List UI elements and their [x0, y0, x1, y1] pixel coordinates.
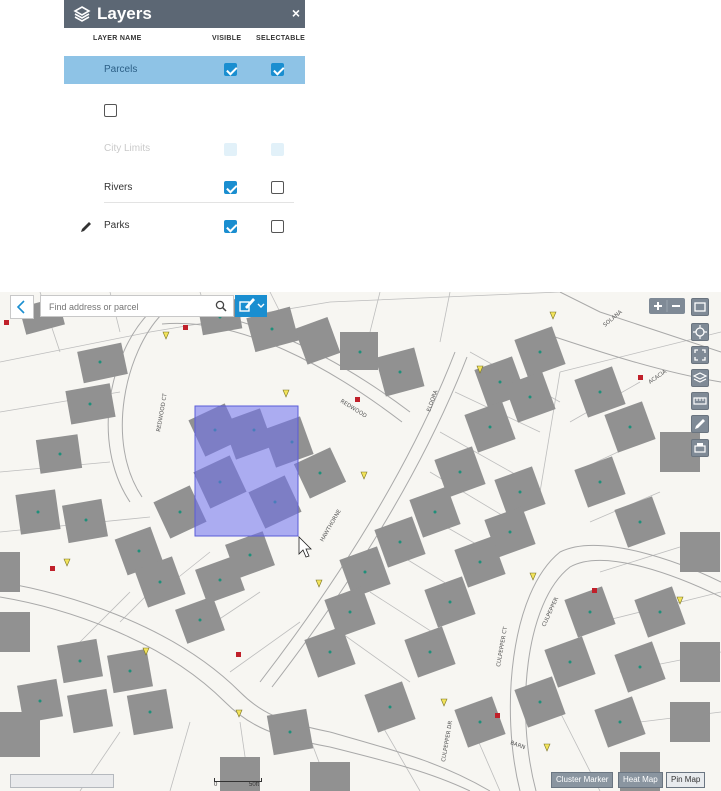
visible-checkbox[interactable]: [224, 220, 237, 233]
layers-column-headers: LAYER NAME VISIBLE SELECTABLE: [64, 28, 305, 50]
visible-checkbox[interactable]: [224, 143, 237, 156]
search-icon[interactable]: [215, 300, 227, 312]
scale-left-label: 0: [214, 782, 218, 788]
layer-name: City Limits: [104, 143, 151, 154]
markup-button[interactable]: [691, 415, 709, 433]
selection-rectangle: [194, 405, 299, 537]
layer-name: Parks: [104, 220, 130, 231]
cluster-marker-button[interactable]: Cluster Marker: [551, 772, 614, 788]
layer-row-parcels[interactable]: Parcels: [64, 56, 305, 84]
layer-row-parks[interactable]: Parks: [64, 208, 305, 247]
street-label: REDWOOD CT: [156, 392, 169, 432]
crosshair-icon: [693, 325, 707, 339]
street-label: CULPEPPER CT: [496, 626, 509, 668]
layers-panel-header: Layers ×: [64, 0, 305, 28]
ruler-icon: [693, 397, 707, 405]
visible-checkbox[interactable]: [224, 63, 237, 76]
street-label: ELDORA: [426, 389, 439, 412]
layer-row-rivers[interactable]: Rivers: [64, 170, 305, 209]
printer-icon: [694, 443, 706, 453]
pin-map-button[interactable]: Pin Map: [666, 772, 706, 788]
zoom-icons[interactable]: [649, 298, 685, 314]
back-button[interactable]: [10, 295, 34, 319]
column-layer-name: LAYER NAME: [93, 35, 142, 42]
street-label: REDWOOD: [339, 399, 368, 420]
layer-row-unnamed[interactable]: [64, 92, 305, 131]
zoom-controls: [649, 298, 685, 314]
overview-toggle[interactable]: [10, 774, 114, 788]
layer-name: Parcels: [104, 64, 138, 75]
layers-stack-icon: [692, 372, 708, 383]
visible-checkbox[interactable]: [104, 104, 117, 117]
search-input[interactable]: [47, 297, 216, 317]
street-label: ACACIA: [648, 369, 668, 386]
extent-button[interactable]: [691, 346, 709, 364]
selectable-checkbox[interactable]: [271, 220, 284, 233]
row-divider: [104, 202, 294, 203]
locate-button[interactable]: [691, 323, 709, 341]
selectable-checkbox[interactable]: [271, 143, 284, 156]
close-icon[interactable]: ×: [292, 5, 300, 21]
street-label: CULPEPPER DR: [441, 720, 454, 762]
measure-button[interactable]: [691, 392, 709, 410]
layers-toggle-button[interactable]: [691, 298, 709, 316]
extent-icon: [694, 349, 706, 361]
map-canvas[interactable]: REDWOOD CT REDWOOD ELDORA CULPEPPER DR C…: [0, 292, 721, 791]
selectable-checkbox[interactable]: [271, 181, 284, 194]
column-visible: VISIBLE: [212, 35, 242, 42]
selectable-checkbox[interactable]: [271, 63, 284, 76]
chevron-left-icon: [16, 300, 25, 314]
building-footprints: [0, 297, 720, 791]
visible-checkbox[interactable]: [224, 181, 237, 194]
layers-stack-icon: [73, 6, 91, 22]
layers-button[interactable]: [691, 369, 709, 387]
pencil-icon[interactable]: [80, 221, 92, 233]
layers-panel-title: Layers: [97, 4, 152, 23]
mouse-cursor-icon: [298, 536, 312, 558]
search-box[interactable]: [40, 295, 234, 317]
scale-right-label: 50ft: [249, 782, 260, 788]
column-selectable: SELECTABLE: [256, 35, 306, 42]
layers-panel: Layers × LAYER NAME VISIBLE SELECTABLE P…: [64, 0, 305, 245]
print-button[interactable]: [691, 439, 709, 457]
map-view[interactable]: REDWOOD CT REDWOOD ELDORA CULPEPPER DR C…: [0, 292, 721, 791]
layer-row-city-limits[interactable]: City Limits: [64, 131, 305, 170]
layer-name: Rivers: [104, 182, 133, 193]
pen-icon: [695, 419, 705, 429]
scale-bar: 0 50ft: [214, 778, 262, 788]
window-icon: [694, 302, 706, 312]
street-label: HAWTHORNE: [320, 508, 344, 543]
pencil-square-icon: [239, 298, 265, 312]
street-label: BARN: [509, 740, 526, 751]
heat-map-button[interactable]: Heat Map: [618, 772, 663, 788]
draw-tool-button[interactable]: [235, 295, 267, 317]
